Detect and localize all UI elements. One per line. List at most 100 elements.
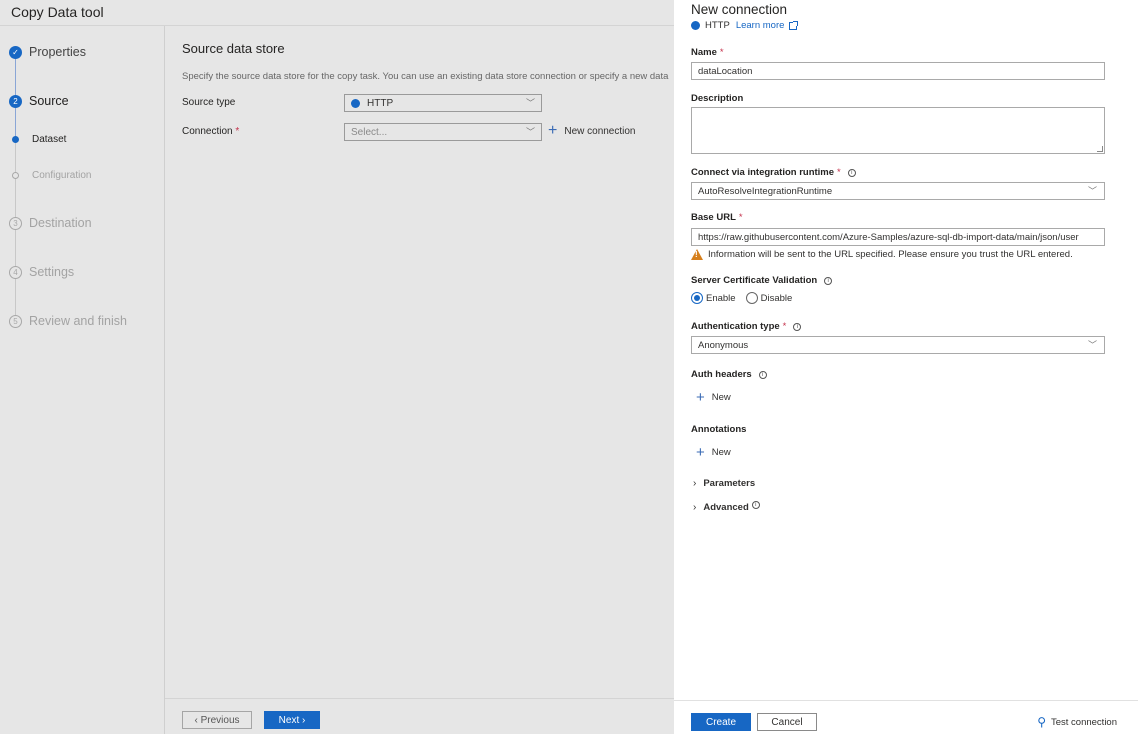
section-description: Specify the source data store for the co…	[182, 71, 669, 82]
annotations-label-text: Annotations	[691, 424, 747, 435]
auth-type-label-text: Authentication type	[691, 321, 780, 332]
disable-radio[interactable]	[745, 292, 758, 304]
substep-label: Configuration	[32, 170, 92, 181]
cert-validation-radio-group: Enable Disable	[691, 292, 802, 304]
panel-title: New connection	[691, 2, 788, 17]
parameters-expander[interactable]: › Parameters	[693, 478, 755, 489]
description-label-text: Description	[691, 93, 744, 104]
disable-label[interactable]: Disable	[761, 293, 793, 304]
info-icon[interactable]: i	[847, 168, 856, 177]
connector-name: HTTP	[705, 20, 730, 31]
runtime-dropdown[interactable]: AutoResolveIntegrationRuntime ﹀	[691, 182, 1105, 200]
annotations-label: Annotations	[691, 424, 746, 435]
new-annotation-button[interactable]: + New	[696, 445, 731, 460]
name-label-text: Name	[691, 47, 717, 58]
current-dot-icon	[12, 136, 19, 143]
info-icon[interactable]: i	[793, 322, 802, 331]
runtime-value: AutoResolveIntegrationRuntime	[698, 185, 833, 197]
required-mark: *	[235, 126, 240, 137]
test-connection-button[interactable]: ⚲ Test connection	[1037, 715, 1117, 729]
chevron-down-icon: ﹀	[525, 127, 535, 137]
resize-handle[interactable]	[1097, 146, 1103, 152]
plus-icon: +	[696, 444, 705, 461]
advanced-expander[interactable]: › Advanced i	[693, 500, 760, 513]
auth-headers-label-text: Auth headers	[691, 369, 752, 380]
connection-label-text: Connection	[182, 126, 233, 137]
new-connection-button[interactable]: + New connection	[548, 123, 636, 139]
http-icon	[351, 98, 360, 108]
new-auth-header-button[interactable]: + New	[696, 390, 731, 405]
connection-placeholder: Select...	[351, 126, 388, 138]
auth-type-dropdown[interactable]: Anonymous ﹀	[691, 336, 1105, 354]
chevron-right-icon: ›	[693, 478, 697, 489]
step-connector	[15, 142, 16, 322]
source-type-value: HTTP	[367, 97, 394, 109]
learn-more-link[interactable]: Learn more	[736, 20, 785, 31]
base-url-input[interactable]: https://raw.githubusercontent.com/Azure-…	[691, 228, 1105, 246]
runtime-label: Connect via integration runtime * i	[691, 167, 856, 178]
pending-dot-icon	[12, 172, 19, 179]
info-icon[interactable]: i	[824, 276, 833, 285]
required-mark: *	[837, 167, 841, 178]
cert-label-text: Server Certificate Validation	[691, 275, 818, 286]
plus-icon: +	[548, 122, 558, 139]
auth-type-label: Authentication type * i	[691, 321, 802, 332]
base-url-value: https://raw.githubusercontent.com/Azure-…	[698, 231, 1079, 243]
step-number-icon: 4	[9, 265, 22, 279]
enable-radio[interactable]	[691, 292, 703, 304]
step-label: Settings	[29, 265, 75, 279]
url-warning: Information will be sent to the URL spec…	[691, 249, 1073, 260]
step-number-icon: 5	[9, 314, 22, 328]
cert-validation-label: Server Certificate Validation i	[691, 275, 833, 286]
chevron-right-icon: ›	[693, 502, 697, 513]
substep-dataset[interactable]: Dataset	[12, 134, 66, 145]
description-textarea[interactable]	[691, 107, 1105, 154]
step-source[interactable]: 2 Source	[9, 94, 69, 108]
auth-type-value: Anonymous	[698, 339, 749, 351]
connection-dropdown[interactable]: Select... ﹀	[344, 123, 542, 141]
new-label: New	[711, 447, 731, 458]
info-icon[interactable]: i	[758, 370, 767, 379]
cancel-button[interactable]: Cancel	[757, 713, 817, 731]
new-label: New	[711, 392, 731, 403]
next-label: Next	[278, 714, 300, 726]
section-title: Source data store	[182, 41, 285, 56]
required-mark: *	[782, 321, 787, 332]
substep-label: Dataset	[32, 134, 67, 145]
previous-label: Previous	[200, 714, 240, 726]
chevron-right-icon: ›	[299, 714, 306, 726]
step-settings[interactable]: 4 Settings	[9, 265, 74, 279]
connector-info: HTTP Learn more	[691, 20, 799, 31]
create-button[interactable]: Create	[691, 713, 751, 731]
step-label: Destination	[29, 216, 92, 230]
enable-label[interactable]: Enable	[706, 293, 736, 304]
step-destination[interactable]: 3 Destination	[9, 216, 92, 230]
warning-icon	[691, 249, 703, 260]
name-value: dataLocation	[698, 65, 753, 77]
step-number-icon: 2	[9, 94, 22, 108]
info-icon[interactable]: i	[751, 500, 760, 509]
source-type-label: Source type	[182, 97, 236, 108]
substep-configuration[interactable]: Configuration	[12, 170, 91, 181]
check-icon: ✓	[9, 45, 22, 59]
panel-footer: Create Cancel ⚲ Test connection	[674, 700, 1138, 734]
connection-label: Connection *	[182, 126, 239, 137]
step-review-and-finish[interactable]: 5 Review and finish	[9, 314, 127, 328]
base-url-label: Base URL *	[691, 212, 743, 223]
warning-text: Information will be sent to the URL spec…	[708, 249, 1073, 260]
wizard-steps: ✓ Properties 2 Source Dataset Configurat…	[0, 26, 165, 734]
required-mark: *	[719, 47, 724, 58]
new-connection-label: New connection	[564, 125, 636, 137]
next-button[interactable]: Next ›	[264, 711, 320, 729]
chevron-down-icon: ﹀	[1087, 340, 1097, 350]
test-connection-label: Test connection	[1050, 716, 1117, 728]
previous-button[interactable]: ‹ Previous	[182, 711, 252, 729]
source-type-dropdown[interactable]: HTTP ﹀	[344, 94, 542, 112]
wizard-footer: ‹ Previous Next ›	[165, 698, 674, 734]
http-icon	[691, 21, 700, 30]
step-properties[interactable]: ✓ Properties	[9, 45, 86, 59]
step-label: Source	[29, 94, 69, 108]
base-url-label-text: Base URL	[691, 212, 736, 223]
name-input[interactable]: dataLocation	[691, 62, 1105, 80]
chevron-down-icon: ﹀	[1087, 186, 1097, 196]
